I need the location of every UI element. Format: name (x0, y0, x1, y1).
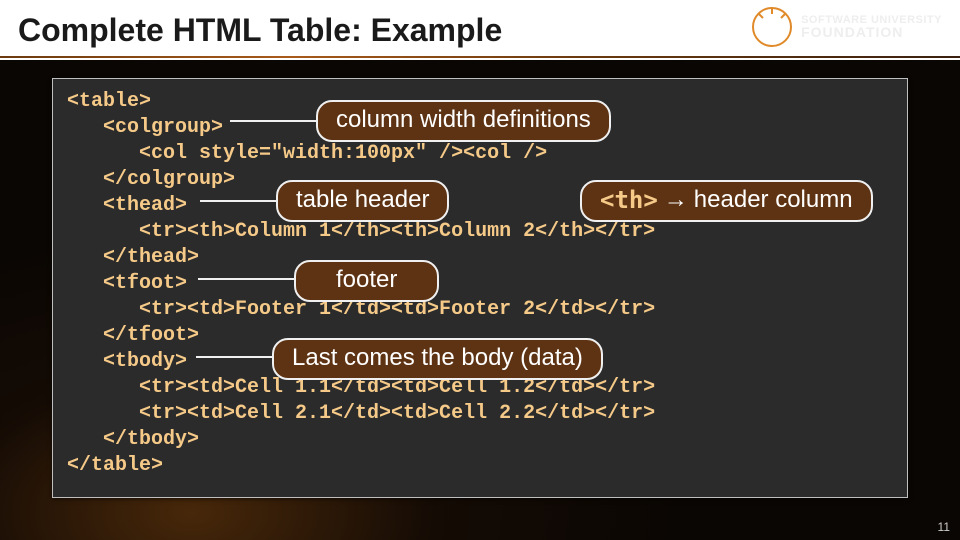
callout-th-tag: <th> (600, 186, 658, 214)
page-number: 11 (938, 520, 950, 534)
lightbulb-icon (751, 6, 793, 48)
callout-th-text: header column (694, 186, 853, 214)
slide-title: Complete HTML Table: Example (18, 12, 502, 49)
code-line: <colgroup> (67, 116, 223, 139)
code-line: <tbody> (67, 350, 187, 373)
callout-theader: table header (276, 180, 449, 222)
logo-line2: FOUNDATION (801, 26, 942, 39)
code-line: <tr><td>Cell 2.1</td><td>Cell 2.2</td></… (67, 402, 655, 425)
code-line: <col style="width:100px" /><col /> (67, 142, 547, 165)
connector-line (230, 120, 320, 122)
slide: Complete HTML Table: Example SOFTWARE UN… (0, 0, 960, 540)
code-content: <table> <colgroup> <col style="width:100… (67, 89, 893, 479)
connector-line (196, 356, 276, 358)
code-line: </tbody> (67, 428, 199, 451)
code-line: <table> (67, 90, 151, 113)
arrow-right-icon: → (664, 186, 688, 214)
code-line: <tfoot> (67, 272, 187, 295)
callout-text: footer (336, 266, 397, 294)
connector-line (200, 200, 280, 202)
callout-text: Last comes the body (data) (292, 344, 583, 372)
code-line: </colgroup> (67, 168, 235, 191)
connector-line (198, 278, 298, 280)
title-underline (0, 56, 960, 58)
logo: SOFTWARE UNIVERSITY FOUNDATION (751, 6, 942, 48)
logo-text: SOFTWARE UNIVERSITY FOUNDATION (801, 15, 942, 39)
code-line: </table> (67, 454, 163, 477)
callout-body: Last comes the body (data) (272, 338, 603, 380)
callout-text: column width definitions (336, 106, 591, 134)
callout-th: <th> → header column (580, 180, 873, 222)
callout-footer: footer (294, 260, 439, 302)
code-line: </tfoot> (67, 324, 199, 347)
code-line: </thead> (67, 246, 199, 269)
code-line: <thead> (67, 194, 187, 217)
callout-colwidth: column width definitions (316, 100, 611, 142)
callout-text: table header (296, 186, 429, 214)
code-line: <tr><th>Column 1</th><th>Column 2</th></… (67, 220, 655, 243)
